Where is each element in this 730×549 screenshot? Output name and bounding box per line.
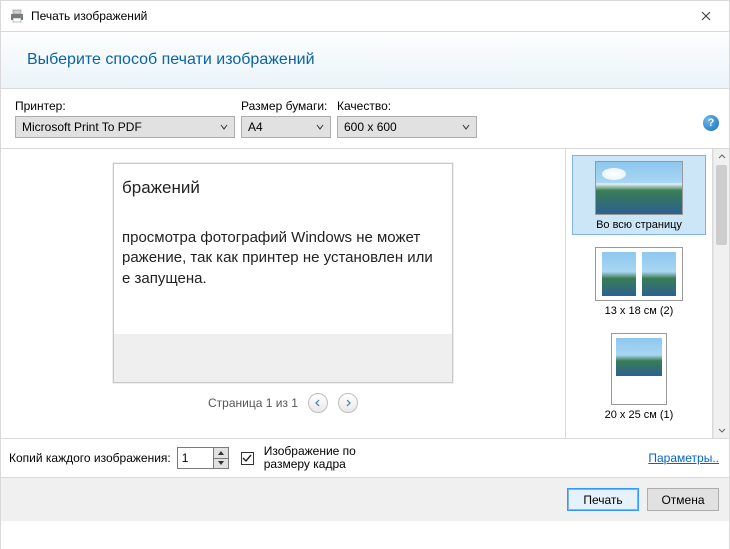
arrow-left-icon	[314, 399, 322, 407]
prev-page-button[interactable]	[308, 393, 328, 413]
quality-value: 600 x 600	[344, 120, 397, 134]
page-navigator: Страница 1 из 1	[208, 393, 358, 413]
preview-pane: бражений просмотра фотографий Windows не…	[1, 149, 565, 438]
scroll-thumb[interactable]	[716, 165, 727, 245]
chevron-down-icon	[316, 123, 324, 131]
scroll-track[interactable]	[714, 165, 729, 422]
quality-label: Качество:	[337, 99, 477, 113]
copies-spinner[interactable]	[177, 447, 229, 469]
layout-thumbnail	[595, 247, 683, 301]
chevron-up-icon	[218, 451, 224, 455]
layout-label: 13 x 18 см (2)	[605, 305, 674, 317]
chevron-down-icon	[220, 123, 228, 131]
layout-label: Во всю страницу	[596, 219, 682, 231]
layout-scrollbar[interactable]	[713, 149, 729, 438]
checkmark-icon	[242, 453, 252, 463]
print-button[interactable]: Печать	[567, 488, 639, 511]
chevron-down-icon	[718, 426, 726, 434]
fit-to-frame-checkbox[interactable]	[241, 452, 254, 465]
preview-body-line: просмотра фотографий Windows не может	[122, 228, 444, 248]
preview-page: бражений просмотра фотографий Windows не…	[113, 163, 453, 383]
options-row: Копий каждого изображения: Изображение п…	[1, 439, 729, 477]
page-indicator: Страница 1 из 1	[208, 396, 298, 410]
layout-20x25[interactable]: 20 x 25 см (1)	[572, 327, 706, 425]
next-page-button[interactable]	[338, 393, 358, 413]
copies-decrement[interactable]	[213, 458, 229, 470]
preview-body-line: е запущена.	[122, 269, 444, 289]
layout-thumbnail	[595, 161, 683, 215]
printer-app-icon	[9, 8, 25, 24]
preview-gray-area	[114, 334, 452, 382]
printer-select-value: Microsoft Print To PDF	[22, 120, 142, 134]
copies-input[interactable]	[177, 447, 213, 469]
paper-size-select[interactable]: A4	[241, 116, 331, 138]
cancel-button[interactable]: Отмена	[647, 488, 719, 511]
chevron-down-icon	[218, 461, 224, 465]
close-button[interactable]	[683, 1, 729, 31]
scroll-up-button[interactable]	[714, 149, 729, 165]
instruction-banner: Выберите способ печати изображений	[1, 31, 729, 89]
print-selectors-row: Принтер: Microsoft Print To PDF Размер б…	[1, 89, 729, 148]
layout-thumbnail	[611, 333, 667, 405]
printer-label: Принтер:	[15, 99, 235, 113]
help-icon[interactable]: ?	[703, 115, 719, 131]
dialog-footer: Печать Отмена	[1, 477, 729, 521]
scroll-down-button[interactable]	[714, 422, 729, 438]
window-title: Печать изображений	[31, 9, 147, 23]
quality-select[interactable]: 600 x 600	[337, 116, 477, 138]
layout-label: 20 x 25 см (1)	[605, 409, 674, 421]
paper-size-label: Размер бумаги:	[241, 99, 331, 113]
chevron-up-icon	[718, 153, 726, 161]
layout-options-panel: Во всю страницу 13 x 18 см (2) 20 x 25 с…	[565, 149, 713, 438]
paper-size-value: A4	[248, 120, 263, 134]
chevron-down-icon	[462, 123, 470, 131]
main-area: бражений просмотра фотографий Windows не…	[1, 148, 729, 438]
printer-select[interactable]: Microsoft Print To PDF	[15, 116, 235, 138]
layout-full-page[interactable]: Во всю страницу	[572, 155, 706, 235]
parameters-link[interactable]: Параметры..	[648, 451, 719, 465]
fit-to-frame-label: Изображение поразмеру кадра	[264, 445, 356, 471]
preview-title-fragment: бражений	[122, 178, 444, 198]
instruction-heading: Выберите способ печати изображений	[27, 51, 315, 69]
titlebar: Печать изображений	[1, 1, 729, 31]
arrow-right-icon	[344, 399, 352, 407]
copies-label: Копий каждого изображения:	[9, 451, 171, 465]
copies-increment[interactable]	[213, 447, 229, 458]
layout-13x18[interactable]: 13 x 18 см (2)	[572, 241, 706, 321]
preview-body-line: ражение, так как принтер не установлен и…	[122, 248, 444, 268]
